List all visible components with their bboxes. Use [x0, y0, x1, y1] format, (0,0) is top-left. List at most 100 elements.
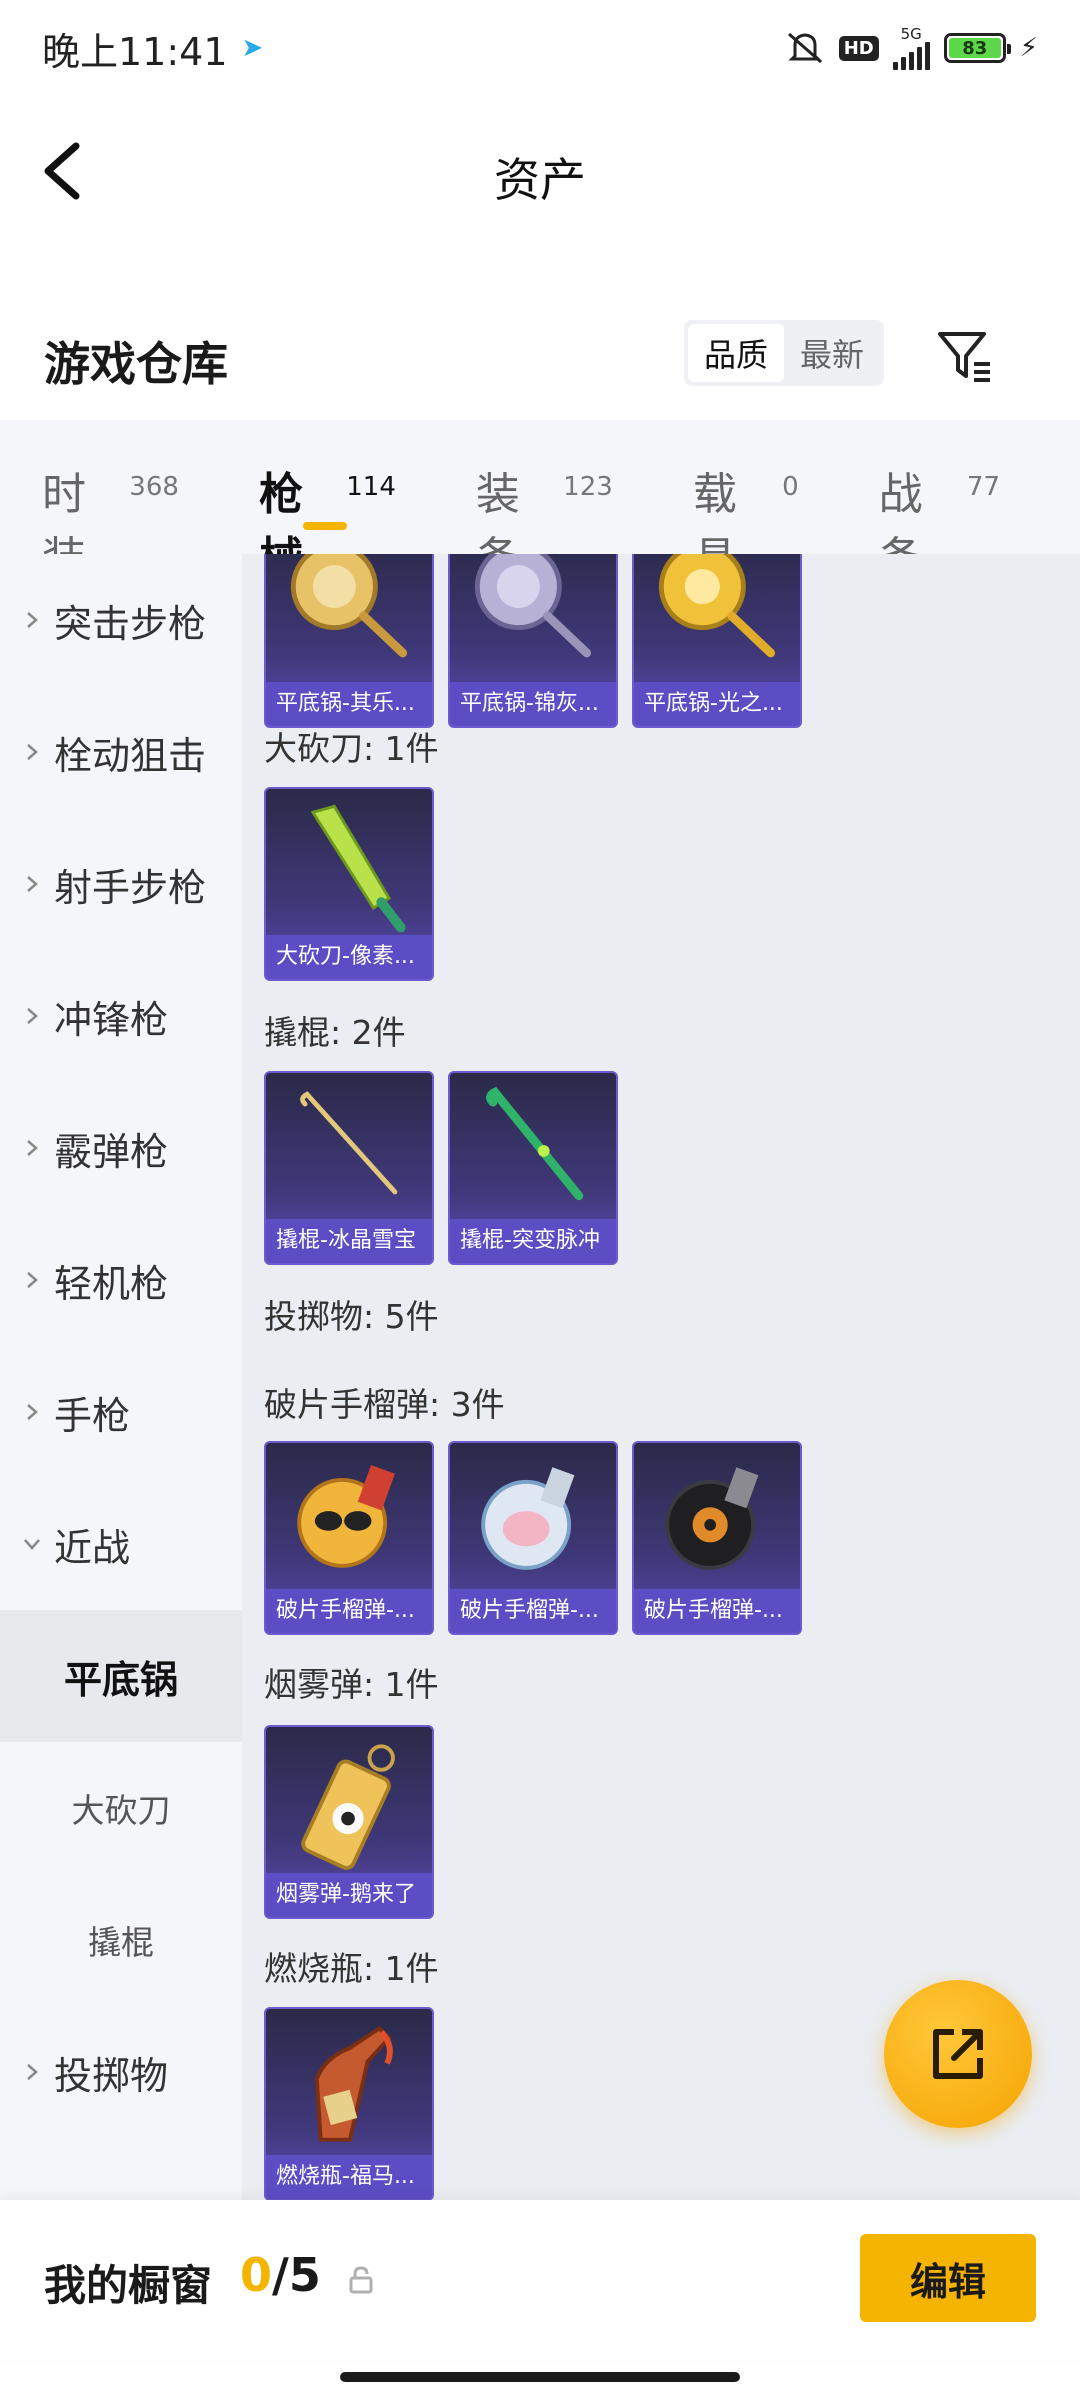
sort-newest-option[interactable]: 最新 — [784, 324, 880, 382]
warehouse-title: 游戏仓库 — [44, 337, 228, 391]
battery-icon: 83 — [943, 33, 1011, 63]
sidebar-item-lmg[interactable]: 轻机枪 — [0, 1214, 242, 1346]
telegram-icon: ➤ — [241, 33, 264, 63]
sidebar-item-assault-rifle[interactable]: 突击步枪 — [0, 554, 242, 686]
sidebar-item-bolt-sniper[interactable]: 栓动狙击 — [0, 686, 242, 818]
crowbar-image — [486, 1086, 584, 1201]
item-card-molotov[interactable]: 燃烧瓶-福马... — [264, 2007, 434, 2200]
chevron-down-icon — [24, 1539, 40, 1550]
showcase-separator: / — [272, 2248, 289, 2302]
pan-image — [658, 554, 776, 658]
item-card-frag-grenade[interactable]: 破片手榴弹-... — [632, 1441, 802, 1635]
page-title: 资产 — [494, 153, 586, 207]
tab-count: 368 — [129, 472, 179, 502]
tab-count: 114 — [346, 472, 396, 502]
sidebar-item-label: 冲锋枪 — [54, 997, 169, 1042]
sidebar-subitem-pan[interactable]: 平底锅 — [0, 1610, 242, 1742]
item-card-pan[interactable]: 平底锅-光之... — [632, 554, 802, 728]
grenade-image — [481, 1467, 575, 1570]
chevron-right-icon — [27, 876, 38, 892]
tab-count: 77 — [966, 472, 1000, 502]
tab-count: 0 — [782, 472, 799, 502]
network-label: 5G — [900, 24, 922, 43]
item-card-label: 破片手榴弹-... — [266, 1589, 432, 1633]
battery-level: 83 — [948, 38, 1001, 59]
category-sidebar: 突击步枪 栓动狙击 射手步枪 冲锋枪 霰弹枪 轻机枪 手枪 近战 平底锅 大砍刀… — [0, 554, 242, 2200]
smoke-grenade-image — [301, 1744, 395, 1870]
home-indicator — [340, 2372, 740, 2382]
section-title-throwables: 投掷物: 5件 — [264, 1297, 439, 1336]
item-card-label: 撬棍-突变脉冲 — [450, 1219, 616, 1263]
warehouse-header: 游戏仓库 品质 最新 — [0, 300, 1080, 420]
pan-image — [290, 554, 408, 658]
sidebar-item-label: 霰弹枪 — [54, 1129, 169, 1174]
chevron-right-icon — [27, 1140, 38, 1156]
item-card-smoke-grenade[interactable]: 烟雾弹-鹅来了 — [264, 1725, 434, 1919]
item-card-machete[interactable]: 大砍刀-像素... — [264, 787, 434, 981]
sidebar-item-label: 轻机枪 — [54, 1261, 169, 1306]
sidebar-item-melee[interactable]: 近战 — [0, 1478, 242, 1610]
charging-icon: ⚡ — [1019, 33, 1038, 63]
sidebar-item-label: 栓动狙击 — [54, 733, 207, 778]
app-header: 资产 — [0, 96, 1080, 246]
item-card-frag-grenade[interactable]: 破片手榴弹-... — [264, 1441, 434, 1635]
pan-image — [474, 554, 592, 658]
chevron-right-icon — [27, 1008, 38, 1024]
sidebar-item-throwables[interactable]: 投掷物 — [0, 2006, 242, 2138]
item-card-pan[interactable]: 平底锅-其乐... — [264, 554, 434, 728]
chevron-right-icon — [27, 744, 38, 760]
filter-icon[interactable] — [934, 326, 994, 386]
section-title-machete: 大砍刀: 1件 — [264, 729, 439, 768]
item-card-label: 平底锅-其乐... — [266, 682, 432, 726]
item-grid: 平底锅-其乐... 平底锅-锦灰... 平底锅-光之... 大砍刀: 1件 大砍… — [242, 554, 1080, 2200]
sidebar-item-smg[interactable]: 冲锋枪 — [0, 950, 242, 1082]
sidebar-item-label: 射手步枪 — [54, 865, 207, 910]
sidebar-item-marksman-rifle[interactable]: 射手步枪 — [0, 818, 242, 950]
sidebar-item-label: 投掷物 — [54, 2053, 169, 2098]
item-card-label: 破片手榴弹-... — [634, 1589, 800, 1633]
lock-icon — [349, 2266, 373, 2294]
status-time: 晚上11:41 — [42, 29, 228, 74]
edit-button[interactable]: 编辑 — [860, 2234, 1036, 2322]
section-title-frag: 破片手榴弹: 3件 — [264, 1385, 505, 1424]
sidebar-item-label: 手枪 — [54, 1393, 131, 1438]
sidebar-item-pistol[interactable]: 手枪 — [0, 1346, 242, 1478]
share-icon — [933, 2029, 983, 2079]
item-card-label: 平底锅-锦灰... — [450, 682, 616, 726]
sidebar-subitem-machete[interactable]: 大砍刀 — [0, 1742, 242, 1874]
asset-tabs: 时装 368 枪械 114 装备 123 载具 0 战备 77 — [0, 420, 1080, 584]
item-card-label: 烟雾弹-鹅来了 — [266, 1873, 432, 1917]
item-card-frag-grenade[interactable]: 破片手榴弹-... — [448, 1441, 618, 1635]
chevron-right-icon — [27, 1404, 38, 1420]
item-card-label: 大砍刀-像素... — [266, 935, 432, 979]
machete-image — [310, 804, 406, 933]
chevron-right-icon — [27, 1272, 38, 1288]
sidebar-subitem-crowbar[interactable]: 撬棍 — [0, 1874, 242, 2006]
share-fab-button[interactable] — [884, 1980, 1032, 2128]
item-card-crowbar[interactable]: 撬棍-冰晶雪宝 — [264, 1071, 434, 1265]
item-card-pan[interactable]: 平底锅-锦灰... — [448, 554, 618, 728]
sort-toggle: 品质 最新 — [684, 320, 884, 386]
showcase-bar: 我的橱窗 0/5 编辑 — [0, 2200, 1080, 2360]
tab-count: 123 — [563, 472, 613, 502]
mute-icon — [787, 32, 822, 64]
item-card-crowbar[interactable]: 撬棍-突变脉冲 — [448, 1071, 618, 1265]
item-card-label: 撬棍-冰晶雪宝 — [266, 1219, 432, 1263]
showcase-total: 5 — [288, 2248, 321, 2302]
sidebar-item-shotgun[interactable]: 霰弹枪 — [0, 1082, 242, 1214]
sidebar-item-label: 突击步枪 — [54, 601, 207, 646]
item-card-label: 平底锅-光之... — [634, 682, 800, 726]
signal-icon: 5G — [892, 24, 930, 70]
section-title-crowbar: 撬棍: 2件 — [264, 1013, 406, 1052]
chevron-right-icon — [27, 2064, 38, 2080]
hd-badge: HD — [838, 35, 879, 61]
tab-active-indicator — [302, 522, 347, 530]
item-card-label: 燃烧瓶-福马... — [266, 2155, 432, 2199]
status-bar: 晚上11:41 ➤ HD 5G 83 ⚡ — [0, 0, 1080, 96]
sort-quality-option[interactable]: 品质 — [688, 324, 784, 382]
section-title-molotov: 燃烧瓶: 1件 — [264, 1949, 439, 1988]
chevron-right-icon — [27, 612, 38, 628]
crowbar-image — [300, 1091, 398, 1195]
showcase-count: 0/5 — [240, 2248, 321, 2302]
showcase-current: 0 — [240, 2248, 273, 2302]
